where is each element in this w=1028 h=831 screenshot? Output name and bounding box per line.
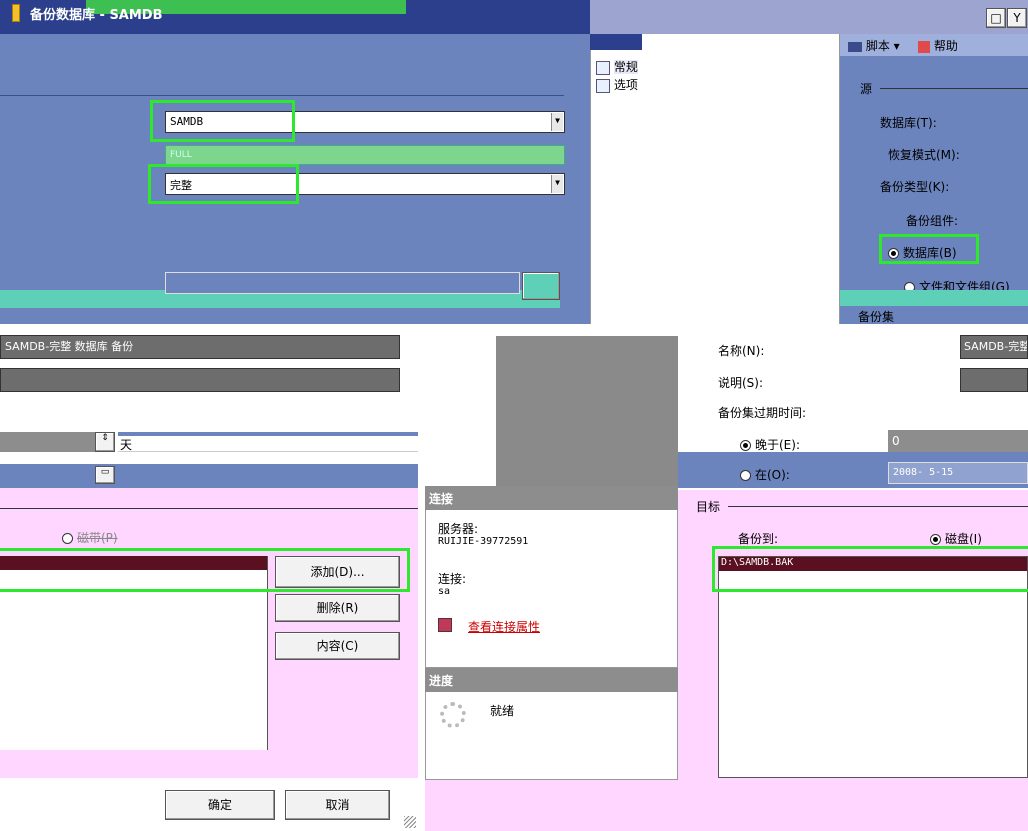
ok-button[interactable]: 确定 — [165, 790, 275, 820]
chevron-down-icon: ▼ — [551, 113, 563, 131]
radio-disk[interactable]: 磁盘(I) — [930, 530, 982, 547]
backup-component-label: 备份组件: — [906, 214, 959, 228]
days-field — [0, 432, 95, 452]
radio-disk-label: 磁盘(I) — [945, 532, 982, 546]
recovery-model-field: FULL — [165, 145, 565, 165]
resize-grip-icon[interactable] — [404, 816, 416, 828]
progress-status: 就绪 — [490, 704, 515, 718]
title-bar-right — [590, 0, 1028, 34]
chevron-down-icon: ▼ — [551, 175, 563, 193]
highlight-add — [0, 548, 410, 592]
after-field-value: 0 — [892, 434, 900, 448]
script-icon — [848, 41, 862, 52]
destination-divider — [0, 508, 418, 509]
date-field — [0, 464, 418, 488]
destination-section-label: 目标 — [696, 500, 721, 514]
server-label: 服务器: — [438, 522, 479, 536]
progress-header: 进度 — [425, 668, 678, 692]
highlight-radio-database — [879, 234, 979, 264]
recovery-model-label: 恢复模式(M): — [888, 148, 960, 162]
date-dropdown[interactable]: ▭ — [95, 466, 115, 484]
database-label: 数据库(T): — [880, 116, 937, 130]
days-label: 天 — [120, 438, 133, 452]
expire-label: 备份集过期时间: — [718, 406, 807, 420]
connection-value: sa — [438, 586, 451, 597]
days-bar: 天 — [118, 432, 418, 452]
backup-component-field — [165, 272, 520, 294]
radio-icon — [740, 440, 751, 451]
help-label: 帮助 — [933, 39, 958, 53]
nav-item-options-label: 选项 — [613, 78, 638, 92]
name-label: 名称(N): — [718, 344, 765, 358]
description-field — [0, 368, 400, 392]
radio-on-date-label: 在(O): — [755, 468, 790, 482]
destination-right-divider — [728, 506, 1028, 507]
recovery-model-value: FULL — [170, 150, 192, 160]
after-field: 0 — [888, 430, 1028, 452]
help-button[interactable]: 帮助 — [918, 37, 958, 54]
restore-button[interactable]: □ — [986, 8, 1006, 28]
nav-item-general[interactable]: 常规 — [596, 58, 638, 75]
nav-item-options[interactable]: 选项 — [596, 76, 638, 93]
days-spinner[interactable]: ⇕ — [95, 432, 115, 452]
backup-type-label: 备份类型(K): — [880, 180, 950, 194]
radio-icon — [62, 533, 73, 544]
name-field-value: SAMDB-完整 数据库 备份 — [5, 340, 134, 353]
script-button[interactable]: 脚本 ▾ — [848, 37, 900, 54]
contents-button[interactable]: 内容(C) — [275, 632, 400, 660]
radio-after-label: 晚于(E): — [755, 438, 800, 452]
app-icon — [12, 4, 20, 22]
source-divider — [880, 88, 1028, 89]
connection-header: 连接 — [425, 486, 678, 510]
page-icon — [596, 78, 610, 93]
radio-tape-label: 磁带(P) — [77, 531, 118, 545]
spinner-icon — [440, 702, 466, 728]
highlight-destination-path — [712, 546, 1028, 592]
window-title: 备份数据库 - SAMDB — [30, 8, 163, 23]
description-label: 说明(S): — [718, 376, 764, 390]
backup-to-label: 备份到: — [738, 532, 779, 546]
connection-label: 连接: — [438, 572, 467, 586]
radio-icon — [740, 470, 751, 481]
highlight-backup-type — [148, 164, 299, 204]
highlight-database — [150, 100, 295, 142]
view-connection-properties-link[interactable]: 查看连接属性 — [468, 618, 540, 635]
radio-on-date[interactable]: 在(O): — [740, 466, 790, 483]
script-label: 脚本 — [865, 39, 890, 53]
browse-button[interactable] — [522, 272, 560, 300]
name-field: SAMDB-完整 数据库 备份 — [0, 335, 400, 359]
form-divider — [0, 95, 564, 96]
connection-properties-icon — [438, 618, 452, 632]
name-field-right-value: SAMDB-完整 数据库 备份 — [964, 340, 1028, 353]
help-icon — [918, 40, 930, 53]
gray-shape — [496, 336, 678, 486]
page-icon — [596, 60, 610, 75]
remove-button[interactable]: 删除(R) — [275, 594, 400, 622]
backup-set-section-label: 备份集 — [858, 310, 895, 324]
pink-bottom-middle — [425, 780, 678, 831]
name-field-right: SAMDB-完整 数据库 备份 — [960, 335, 1028, 359]
on-date-field: 2008- 5-15 — [888, 462, 1028, 484]
radio-tape[interactable]: 磁带(P) — [62, 529, 118, 546]
nav-item-general-label: 常规 — [613, 60, 638, 74]
on-date-field-value: 2008- 5-15 — [893, 467, 954, 478]
source-section-label: 源 — [860, 82, 873, 96]
server-value: RUIJIE-39772591 — [438, 536, 529, 547]
nav-header — [590, 34, 642, 50]
close-button[interactable]: Y — [1007, 8, 1027, 28]
radio-icon — [930, 534, 941, 545]
radio-after[interactable]: 晚于(E): — [740, 436, 800, 453]
teal-band-right — [840, 290, 1028, 306]
description-field-right — [960, 368, 1028, 392]
cancel-button[interactable]: 取消 — [285, 790, 390, 820]
